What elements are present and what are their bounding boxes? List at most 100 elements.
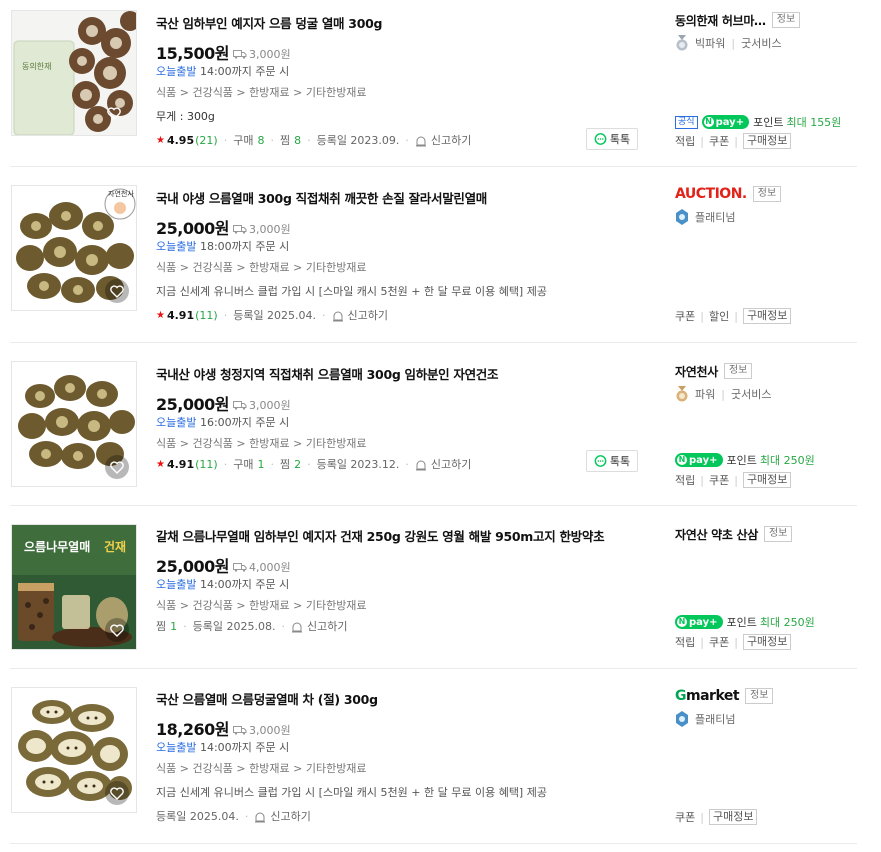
service-label: 굿서비스 [741, 37, 782, 50]
product-thumbnail[interactable] [11, 687, 137, 813]
review-count[interactable]: (11) [195, 308, 218, 324]
gmarket-logo-g: G [675, 688, 687, 704]
npay-text: pay [689, 454, 710, 466]
seller-info-button[interactable]: 정보 [745, 688, 774, 704]
product-thumbnail[interactable] [11, 361, 137, 487]
grade-label: 빅파워 [695, 37, 726, 50]
shipping-value: 4,000원 [248, 561, 291, 574]
siren-icon [415, 460, 426, 471]
heart-icon[interactable] [105, 781, 129, 805]
truck-icon [232, 563, 247, 572]
product-thumbnail[interactable]: 자연천사 [11, 185, 137, 311]
product-price: 25,000원 [156, 557, 229, 576]
talk-button[interactable]: 톡톡 [586, 128, 638, 150]
product-title[interactable]: 국산 임하부인 예지자 으름 덩굴 열매 300g [156, 16, 646, 32]
divider [10, 505, 857, 506]
seller-name[interactable]: 자연산 약초 산삼 [675, 526, 758, 543]
seller-info-button[interactable]: 정보 [771, 12, 801, 28]
heart-icon[interactable] [105, 279, 129, 303]
product-info: 국산 으름열매 으름덩굴열매 차 (절) 300g 18,260원 3,000원… [156, 692, 646, 825]
product-thumbnail[interactable]: 동의한재 [11, 10, 137, 136]
report-link[interactable]: 신고하기 [291, 619, 347, 635]
category-path[interactable]: 식품 > 건강식품 > 한방재료 > 기타한방재료 [156, 436, 646, 452]
product-thumbnail[interactable]: 으름나무열매 건재 [11, 524, 137, 650]
purchase-count: 1 [257, 458, 265, 471]
category-path[interactable]: 식품 > 건강식품 > 한방재료 > 기타한방재료 [156, 85, 646, 101]
heart-icon[interactable] [102, 101, 126, 125]
truck-icon [232, 225, 247, 234]
product-title[interactable]: 국내 야생 으름열매 300g 직접채취 깨끗한 손질 잘라서말린열매 [156, 191, 646, 207]
report-link[interactable]: 신고하기 [415, 133, 471, 149]
official-badge: 공식 [675, 115, 698, 129]
npay-text: pay [715, 116, 736, 128]
link-purchase-info[interactable]: 구매정보 [742, 308, 792, 324]
seller-name[interactable]: 자연천사 [675, 363, 718, 380]
today-ship: 오늘출발 18:00까지 주문 시 [156, 239, 646, 255]
link-purchase-info[interactable]: 구매정보 [742, 634, 792, 650]
seller-info: AUCTION. 정보 플래티넘 쿠폰 | 할인 | 구매정보 [675, 185, 865, 324]
star-icon: ★ [156, 310, 165, 321]
grade-label: 파워 [695, 388, 716, 401]
truck-icon [232, 726, 247, 735]
report-link[interactable]: 신고하기 [254, 809, 311, 825]
seller-info-button[interactable]: 정보 [763, 526, 793, 542]
link-coupon[interactable]: 쿠폰 [709, 634, 729, 650]
register-date: 등록일 2025.08. [192, 620, 276, 633]
category-path[interactable]: 식품 > 건강식품 > 한방재료 > 기타한방재료 [156, 260, 646, 276]
seller-grade: 파워 | 굿서비스 [675, 386, 865, 402]
point-label: 포인트 [753, 116, 784, 129]
today-ship: 오늘출발 16:00까지 주문 시 [156, 415, 646, 431]
link-purchase-info[interactable]: 구매정보 [742, 472, 792, 488]
link-earn[interactable]: 적립 [675, 634, 695, 650]
npay-point: Npay + 포인트 최대 250원 [675, 452, 815, 468]
link-coupon[interactable]: 쿠폰 [709, 133, 729, 149]
link-discount[interactable]: 할인 [709, 308, 729, 324]
gmarket-logo[interactable]: Gmarket [675, 688, 740, 704]
product-title[interactable]: 국내산 야생 청정지역 직접채취 으름열매 300g 임하분인 자연건조 [156, 367, 646, 383]
truck-icon [232, 401, 247, 410]
report-link[interactable]: 신고하기 [332, 308, 388, 324]
link-purchase-info[interactable]: 구매정보 [708, 809, 758, 825]
review-count[interactable]: (21) [195, 133, 218, 149]
siren-icon [255, 812, 266, 823]
today-ship: 오늘출발 14:00까지 주문 시 [156, 577, 646, 593]
report-label: 신고하기 [306, 620, 348, 633]
grade-label: 플래티넘 [695, 713, 736, 726]
zzim-label: 찜 [156, 620, 167, 633]
report-link[interactable]: 신고하기 [415, 457, 471, 473]
talk-button[interactable]: 톡톡 [586, 450, 638, 472]
seller-name[interactable]: 동의한재 허브마… [675, 12, 766, 29]
product-title[interactable]: 갈채 으름나무열매 임하부인 예지자 건재 250g 강원도 영월 해발 950… [156, 529, 646, 545]
link-purchase-info[interactable]: 구매정보 [742, 133, 792, 149]
platinum-icon [676, 711, 688, 727]
product-extra: 무게 : 300g [156, 110, 215, 123]
category-path[interactable]: 식품 > 건강식품 > 한방재료 > 기타한방재료 [156, 761, 646, 777]
today-ship: 오늘출발 14:00까지 주문 시 [156, 64, 646, 80]
siren-icon [291, 622, 302, 633]
rating: 4.95 [166, 134, 195, 147]
link-earn[interactable]: 적립 [675, 472, 695, 488]
register-date: 등록일 2025.04. [156, 810, 239, 823]
link-coupon[interactable]: 쿠폰 [675, 308, 695, 324]
seller-info-button[interactable]: 정보 [723, 363, 753, 379]
purchase-label: 구매 [233, 458, 254, 471]
truck-icon [232, 50, 247, 59]
shipping-fee: 3,000원 [232, 397, 291, 413]
npay-text: pay [689, 616, 710, 628]
auction-logo[interactable]: AUCTION. [675, 186, 747, 202]
link-earn[interactable]: 적립 [675, 133, 695, 149]
product-price: 18,260원 [156, 720, 229, 739]
shipping-value: 3,000원 [248, 724, 291, 737]
heart-icon[interactable] [105, 455, 129, 479]
link-coupon[interactable]: 쿠폰 [709, 472, 729, 488]
divider [10, 166, 857, 167]
heart-icon[interactable] [105, 618, 129, 642]
link-coupon[interactable]: 쿠폰 [675, 809, 695, 825]
category-path[interactable]: 식품 > 건강식품 > 한방재료 > 기타한방재료 [156, 598, 646, 614]
seller-links: 적립 | 쿠폰 | 구매정보 [675, 634, 792, 650]
talk-label: 톡톡 [609, 455, 631, 468]
report-label: 신고하기 [430, 134, 472, 147]
review-count[interactable]: (11) [195, 457, 218, 473]
product-title[interactable]: 국산 으름열매 으름덩굴열매 차 (절) 300g [156, 692, 646, 708]
seller-info-button[interactable]: 정보 [752, 186, 782, 202]
